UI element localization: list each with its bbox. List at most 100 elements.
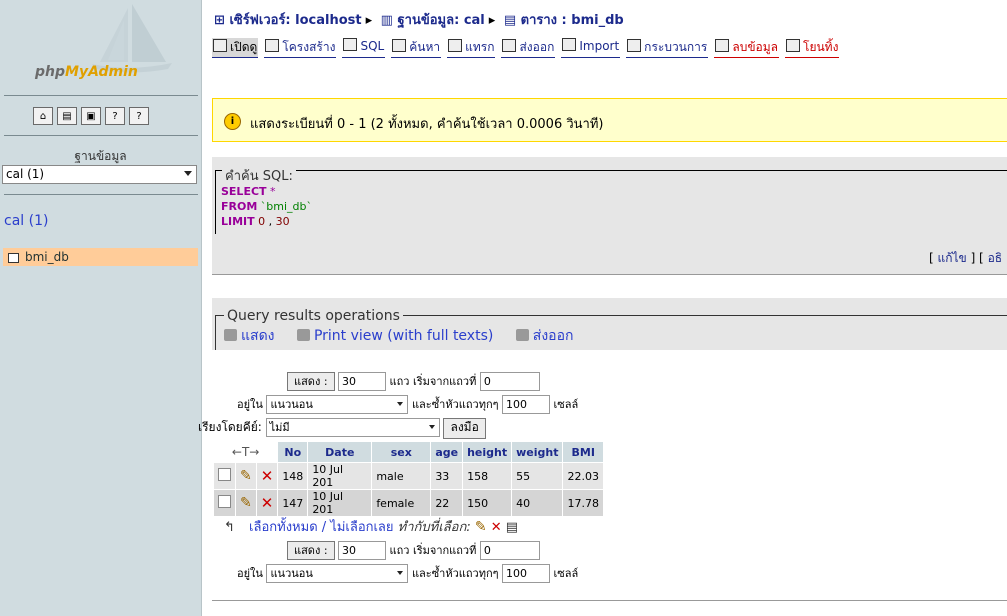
column-header-sex[interactable]: sex (372, 442, 431, 462)
show-button-bottom[interactable]: แสดง : (287, 541, 335, 560)
start-row-input-bottom[interactable]: 0 (479, 541, 540, 560)
print-icon (296, 329, 310, 341)
uncheck-all-link[interactable]: ไม่เลือกเลย (330, 520, 393, 535)
delete-x-icon[interactable]: ✕ (261, 494, 274, 512)
print-icon (224, 329, 237, 341)
column-header-age[interactable]: age (431, 442, 463, 462)
cell-age: 22 (431, 490, 463, 516)
drop-icon (786, 39, 800, 52)
home-icon[interactable]: ⌂ (33, 107, 53, 125)
row-checkbox-cell (214, 463, 235, 489)
rows-input[interactable]: 30 (338, 372, 387, 391)
operations-icon (627, 39, 642, 52)
top-nav-row-1: แสดง : 30 แถว เริ่มจากแถวที่ 0 (287, 372, 540, 391)
edit-pencil-icon[interactable]: ✎ (240, 495, 252, 511)
rows-input-bottom[interactable]: 30 (338, 541, 387, 560)
empty-icon (715, 39, 730, 52)
explain-link[interactable]: อธิ (988, 251, 1003, 265)
sql-legend: คำค้น SQL: (222, 165, 296, 186)
column-header-no[interactable]: No (278, 442, 308, 462)
sql-icon[interactable]: ▣ (81, 107, 101, 125)
breadcrumb-server[interactable]: เซิร์ฟเวอร์: localhost (229, 13, 361, 28)
docs-icon[interactable]: ? (105, 107, 125, 125)
edit-cell: ✎ (236, 463, 256, 489)
display-mode-select[interactable]: แนวนอน (266, 395, 409, 414)
in-label: อยู่ใน (237, 567, 263, 580)
table-icon: ▤ (503, 13, 517, 28)
check-all-link[interactable]: เลือกทั้งหมด (249, 520, 318, 535)
tab-export[interactable]: ส่งออก (501, 38, 556, 58)
tab-structure[interactable]: โครงสร้าง (264, 38, 337, 58)
select-all-bar: ↰ เลือกทั้งหมด / ไม่เลือกเลย ทำกับที่เลื… (224, 516, 518, 537)
export-link[interactable]: ส่งออก (515, 328, 573, 344)
show-link[interactable]: แสดง (224, 328, 275, 344)
query-results-operations: Query results operations แสดง Print view… (212, 298, 1007, 350)
tab-empty[interactable]: ลบข้อมูล (714, 38, 779, 58)
repeat-headers-input-bottom[interactable]: 100 (502, 564, 551, 583)
cell-sex: female (372, 490, 431, 516)
column-header-height[interactable]: height (463, 442, 512, 462)
server-icon: ⊞ (214, 13, 225, 28)
sql-icon (343, 38, 358, 51)
table-row: ✎ ✕ 148 10 Jul 201 male 33 158 55 22.03 (214, 463, 603, 489)
help-icon[interactable]: ? (129, 107, 149, 125)
sidebar-table-label: bmi_db (25, 250, 69, 264)
tab-search[interactable]: ค้นหา (391, 38, 442, 58)
sidebar-table-item[interactable]: bmi_db (3, 248, 198, 266)
column-header-bmi[interactable]: BMI (563, 442, 603, 462)
breadcrumb-database[interactable]: ฐานข้อมูล: cal (398, 13, 485, 28)
bottom-divider (212, 600, 1007, 601)
delete-x-icon[interactable]: ✕ (261, 467, 274, 485)
sql-line-select: SELECT * (221, 185, 276, 198)
tab-browse[interactable]: เปิดดู (212, 38, 259, 58)
display-mode-select-bottom[interactable]: แนวนอน (266, 564, 409, 583)
rows-label: แถว เริ่มจากแถวที่ (389, 544, 477, 557)
phpmyadmin-logo[interactable]: phpMyAdmin (0, 0, 201, 92)
edit-pencil-icon[interactable]: ✎ (240, 468, 252, 484)
show-button[interactable]: แสดง : (287, 372, 335, 391)
tab-sql[interactable]: SQL (342, 38, 386, 58)
start-row-input[interactable]: 0 (479, 372, 540, 391)
sort-row: เรียงโดยคีย์: ไม่มี ลงมือ (198, 418, 486, 439)
sidebar-toolbar: ⌂ ▤ ▣ ? ? (33, 107, 149, 125)
navigation-sidebar: phpMyAdmin ⌂ ▤ ▣ ? ? ฐานข้อมูล cal (1) c… (0, 0, 202, 616)
column-arrows[interactable]: ←T→ (214, 442, 278, 462)
print-view-link[interactable]: Print view (with full texts) (296, 328, 493, 344)
tab-import[interactable]: Import (561, 38, 621, 58)
repeat-label: และซ้ำหัวแถวทุกๆ (411, 567, 499, 580)
cell-height: 150 (463, 490, 512, 516)
cell-date: 10 Jul 201 (308, 463, 372, 489)
breadcrumb-table[interactable]: ตาราง : bmi_db (521, 13, 624, 28)
export-icon (515, 329, 529, 341)
sort-key-select[interactable]: ไม่มี (265, 418, 440, 437)
repeat-label: และซ้ำหัวแถวทุกๆ (411, 398, 499, 411)
repeat-headers-input[interactable]: 100 (502, 395, 551, 414)
edit-selected-icon[interactable]: ✎ (475, 519, 487, 535)
query-window-icon[interactable]: ▤ (57, 107, 77, 125)
row-checkbox[interactable] (218, 468, 231, 481)
column-header-weight[interactable]: weight (512, 442, 563, 462)
export-selected-icon[interactable]: ▤ (506, 520, 518, 535)
tab-drop[interactable]: โยนทิ้ง (785, 38, 840, 58)
tab-insert[interactable]: แทรก (447, 38, 496, 58)
edit-link[interactable]: แก้ไข (938, 251, 967, 265)
tab-operations[interactable]: กระบวนการ (626, 38, 709, 58)
delete-cell: ✕ (256, 490, 278, 516)
chevron-down-icon (184, 171, 192, 176)
database-icon: ▥ (380, 13, 393, 28)
delete-selected-icon[interactable]: ✕ (491, 520, 502, 535)
arrow-up-left-icon: ↰ (224, 520, 235, 535)
search-icon (392, 39, 407, 52)
sql-edit-bar: [ แก้ไข ] [ อธิ (212, 238, 1007, 275)
database-title-link[interactable]: cal (1) (4, 213, 48, 229)
cells-label: เซลล์ (553, 567, 579, 580)
database-select[interactable]: cal (1) (2, 165, 197, 184)
go-button[interactable]: ลงมือ (443, 418, 486, 439)
cell-age: 33 (431, 463, 463, 489)
chevron-down-icon (397, 402, 404, 406)
divider (4, 95, 198, 96)
results-table: ←T→ No Date sex age height weight BMI ✎ … (213, 441, 604, 517)
tab-bar: เปิดดู โครงสร้าง SQL ค้นหา แทรก ส่งออก I… (212, 38, 840, 58)
row-checkbox[interactable] (218, 495, 231, 508)
column-header-date[interactable]: Date (308, 442, 372, 462)
